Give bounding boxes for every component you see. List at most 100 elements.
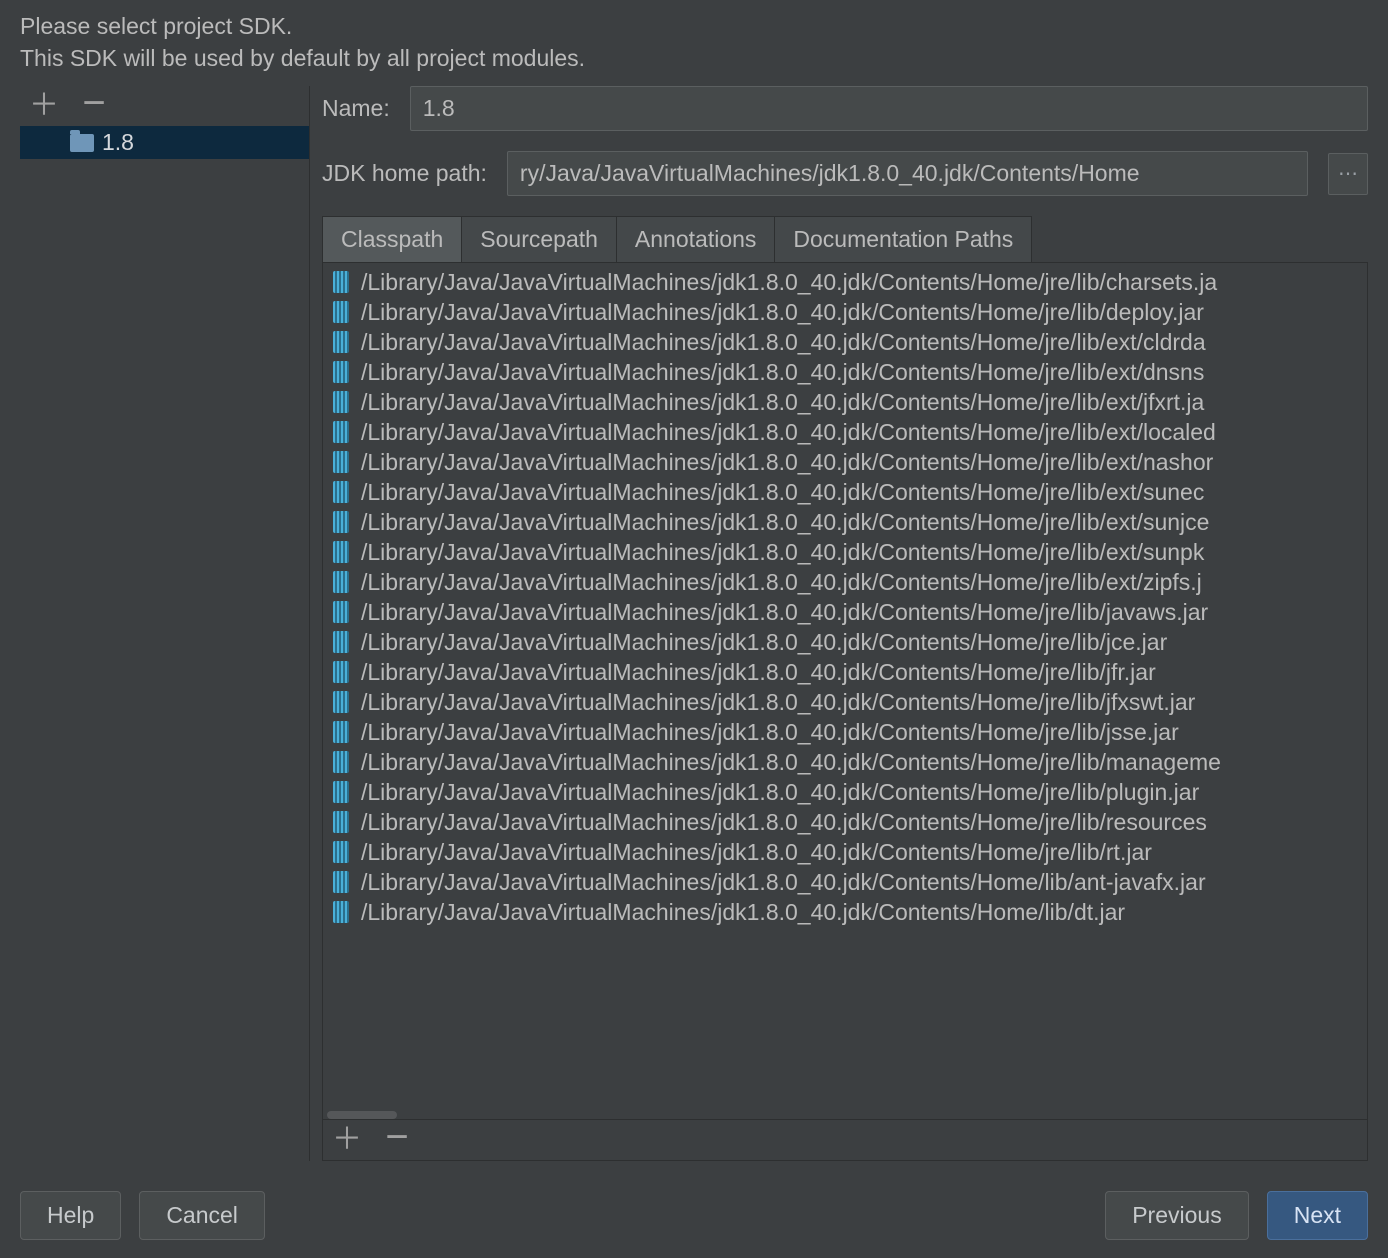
classpath-row[interactable]: /Library/Java/JavaVirtualMachines/jdk1.8… [323, 267, 1367, 297]
name-input[interactable] [410, 86, 1368, 131]
classpath-row[interactable]: /Library/Java/JavaVirtualMachines/jdk1.8… [323, 807, 1367, 837]
jar-icon [333, 301, 349, 323]
jar-icon [333, 871, 349, 893]
jar-icon [333, 841, 349, 863]
cancel-button[interactable]: Cancel [139, 1191, 265, 1240]
tab-label: Annotations [635, 226, 756, 252]
jar-icon [333, 661, 349, 683]
classpath-path: /Library/Java/JavaVirtualMachines/jdk1.8… [361, 599, 1208, 626]
remove-classpath-button[interactable]: − [383, 1123, 411, 1151]
classpath-path: /Library/Java/JavaVirtualMachines/jdk1.8… [361, 449, 1213, 476]
classpath-row[interactable]: /Library/Java/JavaVirtualMachines/jdk1.8… [323, 777, 1367, 807]
jar-icon [333, 361, 349, 383]
classpath-row[interactable]: /Library/Java/JavaVirtualMachines/jdk1.8… [323, 837, 1367, 867]
classpath-path: /Library/Java/JavaVirtualMachines/jdk1.8… [361, 779, 1199, 806]
classpath-row[interactable]: /Library/Java/JavaVirtualMachines/jdk1.8… [323, 747, 1367, 777]
jar-icon [333, 811, 349, 833]
add-classpath-button[interactable]: ＋ [333, 1126, 361, 1154]
classpath-row[interactable]: /Library/Java/JavaVirtualMachines/jdk1.8… [323, 597, 1367, 627]
jar-icon [333, 691, 349, 713]
classpath-path: /Library/Java/JavaVirtualMachines/jdk1.8… [361, 749, 1221, 776]
tab-documentation-paths[interactable]: Documentation Paths [774, 216, 1032, 262]
classpath-row[interactable]: /Library/Java/JavaVirtualMachines/jdk1.8… [323, 507, 1367, 537]
horizontal-scrollbar[interactable] [323, 1111, 1367, 1119]
plus-icon: ＋ [29, 91, 59, 121]
classpath-row[interactable]: /Library/Java/JavaVirtualMachines/jdk1.8… [323, 717, 1367, 747]
sdk-detail-pane: Name: JDK home path: ⋯ Classpath Sourcep… [310, 86, 1368, 1161]
classpath-path: /Library/Java/JavaVirtualMachines/jdk1.8… [361, 419, 1216, 446]
classpath-row[interactable]: /Library/Java/JavaVirtualMachines/jdk1.8… [323, 567, 1367, 597]
jar-icon [333, 481, 349, 503]
jar-icon [333, 511, 349, 533]
classpath-path: /Library/Java/JavaVirtualMachines/jdk1.8… [361, 269, 1217, 296]
classpath-path: /Library/Java/JavaVirtualMachines/jdk1.8… [361, 329, 1206, 356]
jar-icon [333, 721, 349, 743]
classpath-path: /Library/Java/JavaVirtualMachines/jdk1.8… [361, 869, 1206, 896]
minus-icon: − [385, 1117, 408, 1157]
classpath-row[interactable]: /Library/Java/JavaVirtualMachines/jdk1.8… [323, 357, 1367, 387]
classpath-list[interactable]: /Library/Java/JavaVirtualMachines/jdk1.8… [323, 263, 1367, 1111]
classpath-path: /Library/Java/JavaVirtualMachines/jdk1.8… [361, 539, 1204, 566]
sdk-toolbar: ＋ − [20, 86, 309, 126]
classpath-path: /Library/Java/JavaVirtualMachines/jdk1.8… [361, 659, 1156, 686]
classpath-row[interactable]: /Library/Java/JavaVirtualMachines/jdk1.8… [323, 687, 1367, 717]
classpath-row[interactable]: /Library/Java/JavaVirtualMachines/jdk1.8… [323, 477, 1367, 507]
classpath-row[interactable]: /Library/Java/JavaVirtualMachines/jdk1.8… [323, 297, 1367, 327]
classpath-panel: /Library/Java/JavaVirtualMachines/jdk1.8… [322, 263, 1368, 1161]
classpath-row[interactable]: /Library/Java/JavaVirtualMachines/jdk1.8… [323, 897, 1367, 927]
classpath-path: /Library/Java/JavaVirtualMachines/jdk1.8… [361, 509, 1209, 536]
home-path-label: JDK home path: [322, 160, 487, 187]
classpath-row[interactable]: /Library/Java/JavaVirtualMachines/jdk1.8… [323, 657, 1367, 687]
jar-icon [333, 751, 349, 773]
help-button[interactable]: Help [20, 1191, 121, 1240]
jar-icon [333, 571, 349, 593]
classpath-row[interactable]: /Library/Java/JavaVirtualMachines/jdk1.8… [323, 537, 1367, 567]
classpath-path: /Library/Java/JavaVirtualMachines/jdk1.8… [361, 479, 1204, 506]
remove-sdk-button[interactable]: − [80, 89, 108, 117]
classpath-path: /Library/Java/JavaVirtualMachines/jdk1.8… [361, 629, 1167, 656]
classpath-path: /Library/Java/JavaVirtualMachines/jdk1.8… [361, 899, 1125, 926]
classpath-row[interactable]: /Library/Java/JavaVirtualMachines/jdk1.8… [323, 447, 1367, 477]
sdk-item-label: 1.8 [102, 129, 134, 156]
sdk-item-1-8[interactable]: 1.8 [20, 126, 309, 159]
minus-icon: − [82, 83, 105, 123]
sdk-list: 1.8 [20, 126, 309, 1161]
classpath-row[interactable]: /Library/Java/JavaVirtualMachines/jdk1.8… [323, 417, 1367, 447]
tab-annotations[interactable]: Annotations [616, 216, 775, 262]
tab-label: Classpath [341, 226, 443, 252]
classpath-row[interactable]: /Library/Java/JavaVirtualMachines/jdk1.8… [323, 387, 1367, 417]
jar-icon [333, 631, 349, 653]
tab-classpath[interactable]: Classpath [322, 216, 462, 262]
classpath-path: /Library/Java/JavaVirtualMachines/jdk1.8… [361, 689, 1195, 716]
browse-home-path-button[interactable]: ⋯ [1328, 153, 1368, 195]
classpath-toolbar: ＋ − [323, 1119, 1367, 1160]
jar-icon [333, 271, 349, 293]
classpath-path: /Library/Java/JavaVirtualMachines/jdk1.8… [361, 719, 1179, 746]
ellipsis-icon: ⋯ [1338, 161, 1358, 186]
classpath-row[interactable]: /Library/Java/JavaVirtualMachines/jdk1.8… [323, 867, 1367, 897]
tab-label: Sourcepath [480, 226, 598, 252]
home-path-input[interactable] [507, 151, 1308, 196]
tab-sourcepath[interactable]: Sourcepath [461, 216, 617, 262]
name-row: Name: [322, 86, 1368, 131]
header-description: Please select project SDK. This SDK will… [20, 10, 1368, 74]
classpath-path: /Library/Java/JavaVirtualMachines/jdk1.8… [361, 299, 1204, 326]
sdk-sidebar: ＋ − 1.8 [20, 86, 310, 1161]
jar-icon [333, 331, 349, 353]
classpath-path: /Library/Java/JavaVirtualMachines/jdk1.8… [361, 839, 1152, 866]
add-sdk-button[interactable]: ＋ [30, 92, 58, 120]
previous-button[interactable]: Previous [1105, 1191, 1248, 1240]
home-path-row: JDK home path: ⋯ [322, 151, 1368, 196]
next-button[interactable]: Next [1267, 1191, 1368, 1240]
classpath-path: /Library/Java/JavaVirtualMachines/jdk1.8… [361, 809, 1207, 836]
header-line-1: Please select project SDK. [20, 10, 1368, 42]
footer: Help Cancel Previous Next [20, 1161, 1368, 1240]
classpath-row[interactable]: /Library/Java/JavaVirtualMachines/jdk1.8… [323, 627, 1367, 657]
tab-bar: Classpath Sourcepath Annotations Documen… [322, 216, 1368, 263]
jar-icon [333, 601, 349, 623]
jar-icon [333, 781, 349, 803]
classpath-row[interactable]: /Library/Java/JavaVirtualMachines/jdk1.8… [323, 327, 1367, 357]
plus-icon: ＋ [332, 1125, 362, 1155]
tab-label: Documentation Paths [793, 226, 1013, 252]
jar-icon [333, 451, 349, 473]
